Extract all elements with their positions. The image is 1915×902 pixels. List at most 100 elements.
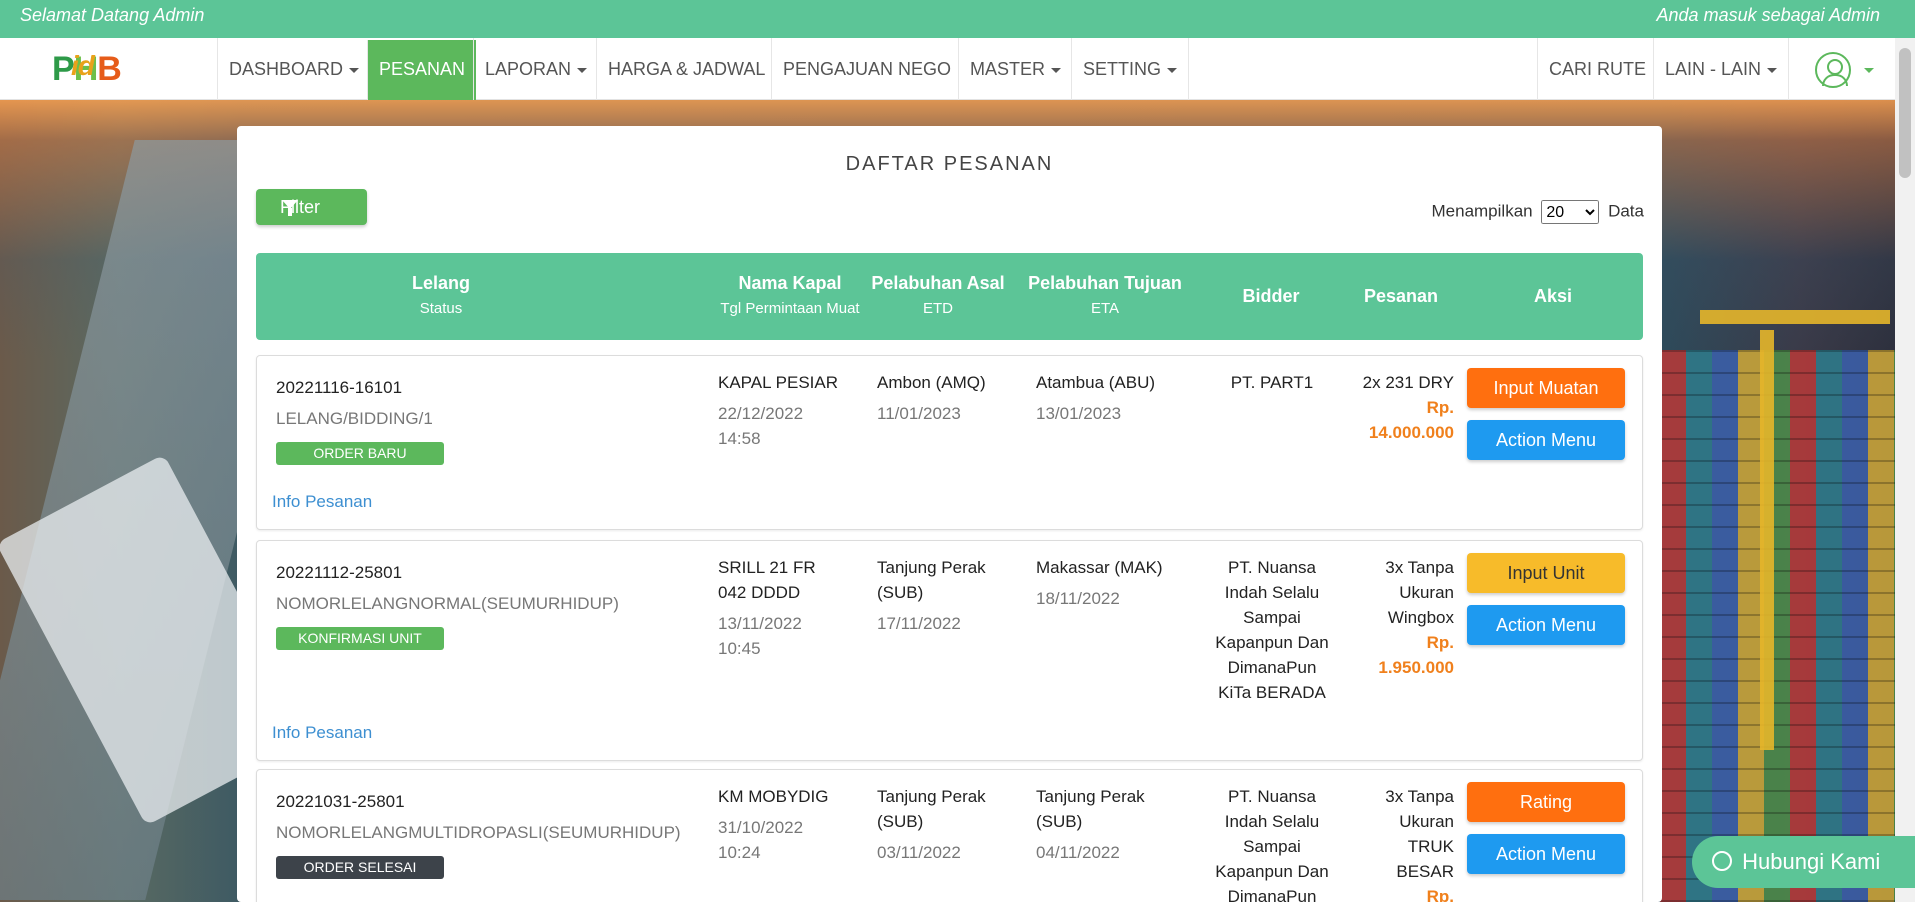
header-tgl-muat-label: Tgl Permintaan Muat [720, 300, 860, 317]
action-menu-button[interactable]: Action Menu [1467, 605, 1625, 645]
tgl-muat: 13/11/2022 [718, 614, 802, 633]
nav-cari-rute[interactable]: CARI RUTE [1537, 38, 1657, 100]
pelabuhan-tujuan: Atambua (ABU) [1036, 373, 1156, 392]
caret-down-icon [1167, 67, 1178, 73]
bidder-line: Sampai [1243, 837, 1301, 856]
page-size-select[interactable]: 20 [1541, 200, 1600, 224]
nav-lain-lain[interactable]: LAIN - LAIN [1653, 38, 1790, 100]
header-aksi-label: Aksi [1533, 286, 1573, 306]
welcome-text: Selamat Datang Admin [20, 5, 205, 25]
row-lelang-id: 20221116-16101 [276, 378, 403, 397]
avatar-caret-down-icon[interactable] [1864, 68, 1874, 73]
pesanan-line: TRUK [1407, 837, 1454, 856]
page-size-control: Menampilkan 20 Data [1432, 200, 1644, 224]
table-row: 20221116-16101 LELANG/BIDDING/1 ORDER BA… [256, 355, 1643, 530]
logo-letter-b: B [97, 50, 122, 88]
input-unit-button[interactable]: Input Unit [1467, 553, 1625, 593]
nav-master-label: MASTER [970, 59, 1046, 79]
logged-in-text: Anda masuk sebagai Admin [1656, 5, 1880, 25]
price-value: 14.000.000 [1368, 423, 1454, 442]
row-bidder: PT. Nuansa Indah Selalu Sampai Kapanpun … [1207, 555, 1337, 705]
table-header: Lelang Status Nama Kapal Tgl Permintaan … [256, 253, 1643, 340]
header-tujuan-label: Pelabuhan Tujuan [1028, 273, 1182, 293]
input-muatan-button[interactable]: Input Muatan [1467, 368, 1625, 408]
whatsapp-contact-button[interactable]: Hubungi Kami [1692, 836, 1915, 888]
caret-down-icon [349, 67, 360, 73]
status-badge: KONFIRMASI UNIT [276, 627, 444, 650]
bidder-line: KiTa BERADA [1218, 683, 1326, 702]
logo-id: id [71, 50, 95, 81]
kapal-name: KAPAL PESIAR [718, 373, 838, 392]
bidder-line: Kapanpun Dan [1215, 862, 1329, 881]
whatsapp-icon [1712, 851, 1732, 872]
kapal-name: KM MOBYDIG [718, 787, 829, 806]
pesanan-line: 3x Tanpa [1385, 787, 1454, 806]
pesanan-line: 3x Tanpa [1385, 558, 1454, 577]
bidder-line: Indah Selalu [1224, 583, 1320, 602]
background-crane [1760, 330, 1774, 750]
pesanan-desc: 2x 231 DRY [1362, 373, 1454, 392]
nav-pesanan[interactable]: PESANAN [367, 40, 477, 100]
scrollbar-thumb[interactable] [1899, 48, 1911, 178]
header-lelang-label: Lelang [411, 273, 470, 293]
status-badge: ORDER SELESAI [276, 856, 444, 879]
row-lelang-id: 20221031-25801 [276, 792, 405, 811]
row-bidder: PT. PART1 [1230, 373, 1314, 392]
pelabuhan-asal-line1: Tanjung Perak [877, 787, 986, 806]
pesanan-line: Ukuran [1399, 812, 1454, 831]
page-scrollbar[interactable] [1895, 38, 1915, 902]
background-containers [1660, 350, 1915, 902]
row-lelang-name: NOMORLELANGNORMAL(SEUMURHIDUP) [276, 594, 619, 613]
header-nama-kapal-label: Nama Kapal [738, 273, 842, 293]
info-pesanan-link[interactable]: Info Pesanan [272, 492, 372, 512]
info-pesanan-link[interactable]: Info Pesanan [272, 723, 372, 743]
eta-date: 18/11/2022 [1036, 589, 1120, 608]
welcome-bar: Selamat Datang Admin Anda masuk sebagai … [0, 0, 1915, 38]
user-avatar-icon[interactable] [1815, 52, 1851, 88]
rating-button[interactable]: Rating [1467, 782, 1625, 822]
pesanan-line: BESAR [1396, 862, 1454, 881]
row-pesanan: 2x 231 DRY Rp. 14.000.000 [1344, 370, 1454, 445]
nav-laporan[interactable]: LAPORAN [473, 38, 598, 100]
header-status-label: Status [419, 300, 463, 317]
nav-setting[interactable]: SETTING [1071, 38, 1190, 100]
filter-button[interactable]: Filter [256, 189, 367, 225]
whatsapp-label: Hubungi Kami [1742, 849, 1881, 874]
nav-lain-lain-label: LAIN - LAIN [1665, 59, 1762, 79]
row-kapal: SRILL 21 FR 042 DDDD 13/11/2022 10:45 [718, 555, 816, 661]
action-menu-button[interactable]: Action Menu [1467, 834, 1625, 874]
header-eta-label: ETA [1090, 300, 1120, 317]
pelabuhan-tujuan-line2: (SUB) [1036, 812, 1083, 831]
nav-harga-jadwal[interactable]: HARGA & JADWAL [596, 38, 776, 100]
caret-down-icon [1767, 67, 1778, 73]
nav-pengajuan-nego[interactable]: PENGAJUAN NEGO [771, 38, 962, 100]
row-kapal: KAPAL PESIAR 22/12/2022 14:58 [718, 370, 838, 451]
etd-date: 03/11/2022 [877, 843, 961, 862]
nav-master[interactable]: MASTER [958, 38, 1072, 100]
row-lelang-name: NOMORLELANGMULTIDROPASLI(SEUMURHIDUP) [276, 823, 681, 842]
nav-dashboard-label: DASHBOARD [229, 59, 344, 79]
row-pesanan: 3x Tanpa Ukuran TRUK BESAR Rp. [1344, 784, 1454, 902]
header-pelabuhan-tujuan: Pelabuhan Tujuan ETA [1025, 273, 1185, 317]
caret-down-icon [577, 67, 588, 73]
row-asal: Tanjung Perak (SUB) 03/11/2022 [877, 784, 986, 865]
header-asal-label: Pelabuhan Asal [871, 273, 1005, 293]
eta-date: 13/01/2023 [1036, 404, 1122, 423]
header-bidder: Bidder [1211, 286, 1331, 307]
bidder-line: Indah Selalu [1224, 812, 1320, 831]
nav-dashboard[interactable]: DASHBOARD [217, 38, 370, 100]
row-asal: Tanjung Perak (SUB) 17/11/2022 [877, 555, 986, 636]
pelabuhan-asal: Ambon (AMQ) [877, 373, 986, 392]
bidder-line: DimanaPun [1227, 887, 1317, 902]
nav-harga-jadwal-label: HARGA & JADWAL [608, 59, 766, 79]
price-prefix: Rp. [1426, 887, 1454, 902]
price-prefix: Rp. [1426, 398, 1454, 417]
app-logo[interactable]: PHB id [52, 50, 122, 89]
tgl-muat: 22/12/2022 [718, 404, 804, 423]
row-lelang-name: LELANG/BIDDING/1 [276, 409, 433, 428]
row-bidder: PT. Nuansa Indah Selalu Sampai Kapanpun … [1207, 784, 1337, 902]
nav-laporan-label: LAPORAN [485, 59, 572, 79]
header-etd-label: ETD [923, 300, 953, 317]
action-menu-button[interactable]: Action Menu [1467, 420, 1625, 460]
bidder-line: PT. Nuansa [1228, 787, 1316, 806]
